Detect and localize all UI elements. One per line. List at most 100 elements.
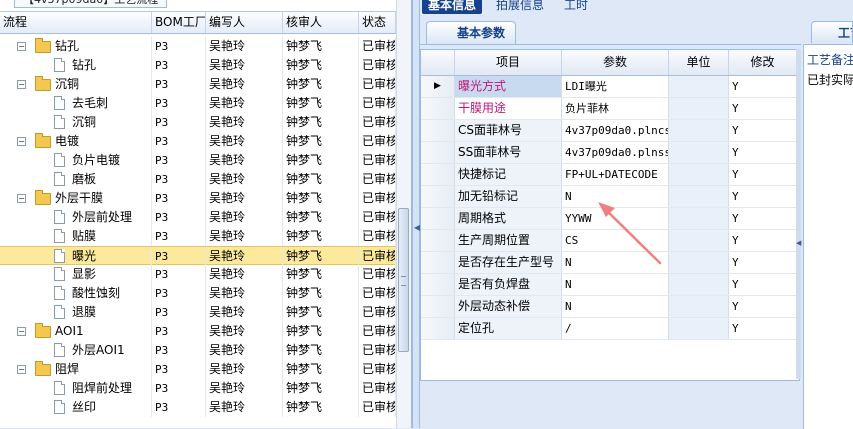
tree-node[interactable]: − 阻焊 xyxy=(0,360,152,379)
param-unit-cell[interactable] xyxy=(669,142,729,163)
tree-node[interactable]: 沉铜 xyxy=(0,113,152,132)
params-row[interactable]: 加无铅标记 N Y xyxy=(421,186,799,208)
tree-row[interactable]: 外层AOI1 P3 吴艳玲 钟梦飞 已审核 xyxy=(0,341,396,360)
param-value-cell[interactable]: N xyxy=(562,296,669,317)
params-row[interactable]: 是否存在生产型号 N Y xyxy=(421,252,799,274)
param-modify-cell[interactable]: Y xyxy=(729,120,797,141)
tree-row[interactable]: 曝光 P3 吴艳玲 钟梦飞 已审核 xyxy=(0,246,396,266)
header-item[interactable]: 项目 xyxy=(455,50,562,75)
header-flow[interactable]: 流程 xyxy=(0,12,152,33)
tree-node[interactable]: 阻焊前处理 xyxy=(0,379,152,398)
header-bom-factory[interactable]: BOM工厂 xyxy=(152,12,206,33)
param-modify-cell[interactable]: Y xyxy=(729,164,797,185)
param-modify-cell[interactable]: Y xyxy=(729,274,797,295)
collapse-icon[interactable]: − xyxy=(17,365,26,374)
row-indicator[interactable] xyxy=(421,98,455,119)
tree-row[interactable]: 负片电镀 P3 吴艳玲 钟梦飞 已审核 xyxy=(0,151,396,170)
param-value-cell[interactable]: CS xyxy=(562,230,669,251)
tree-row[interactable]: 丝印 P3 吴艳玲 钟梦飞 已审核 xyxy=(0,398,396,417)
tree-node[interactable]: 丝印 xyxy=(0,398,152,417)
tree-row[interactable]: − AOI1 P3 吴艳玲 钟梦飞 已审核 xyxy=(0,322,396,341)
param-value-cell[interactable]: 4v37p09da0.plnss xyxy=(562,142,669,163)
tree-row[interactable]: 钻孔 P3 吴艳玲 钟梦飞 已审核 xyxy=(0,56,396,75)
row-indicator[interactable] xyxy=(421,142,455,163)
tree-row[interactable]: 去毛刺 P3 吴艳玲 钟梦飞 已审核 xyxy=(0,94,396,113)
header-modify[interactable]: 修改 xyxy=(729,50,797,75)
param-unit-cell[interactable] xyxy=(669,98,729,119)
param-modify-cell[interactable]: Y xyxy=(729,76,797,97)
tree-node[interactable]: − AOI1 xyxy=(0,322,152,341)
param-value-cell[interactable]: FP+UL+DATECODE xyxy=(562,164,669,185)
panel-splitter[interactable]: ◀ xyxy=(412,0,420,428)
tree-node[interactable]: 退膜 xyxy=(0,303,152,322)
param-unit-cell[interactable] xyxy=(669,274,729,295)
param-modify-cell[interactable]: Y xyxy=(729,208,797,229)
tree-node[interactable]: 去毛刺 xyxy=(0,94,152,113)
tree-node[interactable]: − 外层干膜 xyxy=(0,189,152,208)
header-unit[interactable]: 单位 xyxy=(669,50,729,75)
params-panel-edge[interactable]: ◀ xyxy=(796,49,801,379)
tree-row[interactable]: 外层前处理 P3 吴艳玲 钟梦飞 已审核 xyxy=(0,208,396,227)
tree-row[interactable]: 阻焊前处理 P3 吴艳玲 钟梦飞 已审核 xyxy=(0,379,396,398)
param-value-cell[interactable]: LDI曝光 xyxy=(562,76,669,97)
row-indicator[interactable] xyxy=(421,208,455,229)
row-indicator[interactable] xyxy=(421,252,455,273)
tree-row[interactable]: 显影 P3 吴艳玲 钟梦飞 已审核 xyxy=(0,265,396,284)
param-modify-cell[interactable]: Y xyxy=(729,296,797,317)
param-unit-cell[interactable] xyxy=(669,208,729,229)
param-modify-cell[interactable]: Y xyxy=(729,318,797,339)
tree-node[interactable]: − 电镀 xyxy=(0,132,152,151)
collapse-icon[interactable]: − xyxy=(17,80,26,89)
tree-row[interactable]: − 外层干膜 P3 吴艳玲 钟梦飞 已审核 xyxy=(0,189,396,208)
tree-scroll-thumb[interactable] xyxy=(398,208,409,352)
tree-node[interactable]: − 钻孔 xyxy=(0,37,152,56)
param-unit-cell[interactable] xyxy=(669,252,729,273)
tree-node[interactable]: 负片电镀 xyxy=(0,151,152,170)
header-param[interactable]: 参数 xyxy=(562,50,669,75)
tab-basic-info[interactable]: 基本信息 xyxy=(422,0,483,14)
tree-node[interactable]: 曝光 xyxy=(0,247,152,266)
tree-node[interactable]: 显影 xyxy=(0,265,152,284)
param-modify-cell[interactable]: Y xyxy=(729,98,797,119)
header-status[interactable]: 状态 xyxy=(359,12,396,33)
expand-right-icon[interactable]: ◀ xyxy=(796,239,801,247)
params-row[interactable]: 定位孔 / Y xyxy=(421,318,799,340)
param-value-cell[interactable]: N xyxy=(562,186,669,207)
tree-scrollbar[interactable] xyxy=(396,0,411,428)
row-indicator[interactable] xyxy=(421,230,455,251)
collapse-icon[interactable]: − xyxy=(17,137,26,146)
param-modify-cell[interactable]: Y xyxy=(729,186,797,207)
tree-row[interactable]: 贴膜 P3 吴艳玲 钟梦飞 已审核 xyxy=(0,227,396,246)
row-indicator[interactable] xyxy=(421,274,455,295)
param-unit-cell[interactable] xyxy=(669,186,729,207)
row-indicator[interactable] xyxy=(421,120,455,141)
row-indicator[interactable] xyxy=(421,164,455,185)
param-value-cell[interactable]: 4v37p09da0.plncs xyxy=(562,120,669,141)
params-row[interactable]: SS面菲林号 4v37p09da0.plnss Y xyxy=(421,142,799,164)
tree-node[interactable]: 外层AOI1 xyxy=(0,341,152,360)
params-row[interactable]: 周期格式 YYWW Y xyxy=(421,208,799,230)
tree-row[interactable]: − 阻焊 P3 吴艳玲 钟梦飞 已审核 xyxy=(0,360,396,379)
params-row[interactable]: 是否有负焊盘 N Y xyxy=(421,274,799,296)
row-indicator[interactable] xyxy=(421,318,455,339)
process-flow-tab[interactable]: 【4v37p09da0】工艺流程 xyxy=(14,0,168,8)
tree-node[interactable]: − 沉铜 xyxy=(0,75,152,94)
tree-row[interactable]: 磨板 P3 吴艳玲 钟梦飞 已审核 xyxy=(0,170,396,189)
param-unit-cell[interactable] xyxy=(669,296,729,317)
param-unit-cell[interactable] xyxy=(669,76,729,97)
param-value-cell[interactable]: N xyxy=(562,252,669,273)
tree-node[interactable]: 酸性蚀刻 xyxy=(0,284,152,303)
param-unit-cell[interactable] xyxy=(669,230,729,251)
row-indicator[interactable] xyxy=(421,296,455,317)
param-modify-cell[interactable]: Y xyxy=(729,142,797,163)
tree-row[interactable]: 酸性蚀刻 P3 吴艳玲 钟梦飞 已审核 xyxy=(0,284,396,303)
param-value-cell[interactable]: 负片菲林 xyxy=(562,98,669,119)
current-row-icon[interactable]: ▶ xyxy=(421,76,455,97)
row-indicator[interactable] xyxy=(421,186,455,207)
tree-row[interactable]: − 电镀 P3 吴艳玲 钟梦飞 已审核 xyxy=(0,132,396,151)
tab-basic-params[interactable]: 基本参数 xyxy=(426,21,517,44)
tab-process-remarks[interactable]: 工艺 xyxy=(811,21,853,43)
collapse-icon[interactable]: − xyxy=(17,42,26,51)
tab-extended-info[interactable]: 拍展信息 xyxy=(490,0,550,14)
collapse-icon[interactable]: − xyxy=(17,194,26,203)
